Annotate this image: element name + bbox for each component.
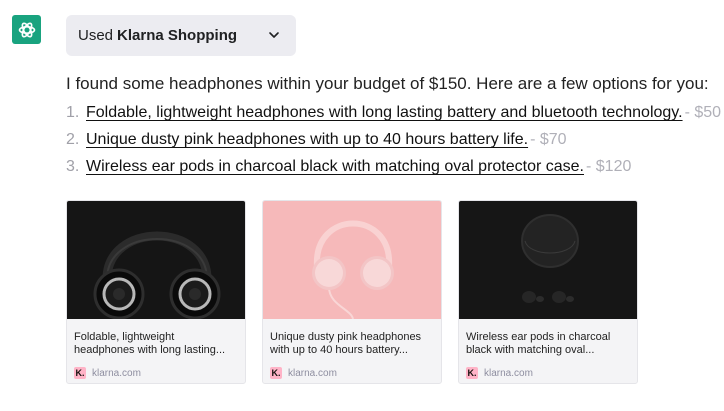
product-card-title: Wireless ear pods in charcoal black with… [466, 331, 611, 356]
product-card-source: K. klarna.com [459, 359, 637, 379]
klarna-logo-icon: K. [74, 367, 86, 379]
source-domain: klarna.com [92, 367, 141, 379]
klarna-logo-icon: K. [466, 367, 478, 379]
product-card[interactable]: Wireless ear pods in charcoal black with… [458, 200, 638, 384]
chatgpt-avatar [12, 15, 41, 44]
assistant-intro-text: I found some headphones within your budg… [66, 74, 709, 93]
plugin-used-toggle[interactable]: Used Klarna Shopping [66, 15, 296, 56]
product-image-ear-pods [459, 201, 637, 319]
plugin-name: Klarna Shopping [117, 27, 238, 44]
product-card-source: K. klarna.com [263, 359, 441, 379]
source-domain: klarna.com [288, 367, 337, 379]
product-price: - $70 [530, 131, 567, 148]
product-link[interactable]: Wireless ear pods in charcoal black with… [86, 158, 584, 176]
product-card-title: Foldable, lightweight headphones with lo… [74, 331, 226, 356]
product-link[interactable]: Foldable, lightweight headphones with lo… [86, 104, 683, 122]
product-image-pink-headphones [263, 201, 441, 319]
list-item: 3. Wireless ear pods in charcoal black w… [66, 158, 721, 185]
klarna-logo-icon: K. [270, 367, 282, 379]
list-number: 3. [66, 158, 80, 175]
product-price: - $120 [586, 158, 632, 175]
source-domain: klarna.com [484, 367, 533, 379]
product-image-black-headphones [67, 201, 245, 319]
openai-logo-icon [18, 22, 35, 37]
chevron-down-icon [269, 32, 279, 38]
product-card[interactable]: Foldable, lightweight headphones with lo… [66, 200, 246, 384]
list-item: 1. Foldable, lightweight headphones with… [66, 104, 721, 131]
list-item: 2. Unique dusty pink headphones with up … [66, 131, 721, 158]
list-number: 2. [66, 131, 80, 148]
product-list: 1. Foldable, lightweight headphones with… [66, 104, 721, 185]
product-card[interactable]: Unique dusty pink headphones with up to … [262, 200, 442, 384]
plugin-used-label: Used [78, 27, 114, 44]
product-card-title: Unique dusty pink headphones with up to … [270, 331, 422, 356]
product-cards: Foldable, lightweight headphones with lo… [66, 200, 638, 384]
list-number: 1. [66, 104, 80, 121]
product-price: - $50 [684, 104, 722, 121]
product-card-source: K. klarna.com [67, 359, 245, 379]
product-link[interactable]: Unique dusty pink headphones with up to … [86, 131, 528, 149]
